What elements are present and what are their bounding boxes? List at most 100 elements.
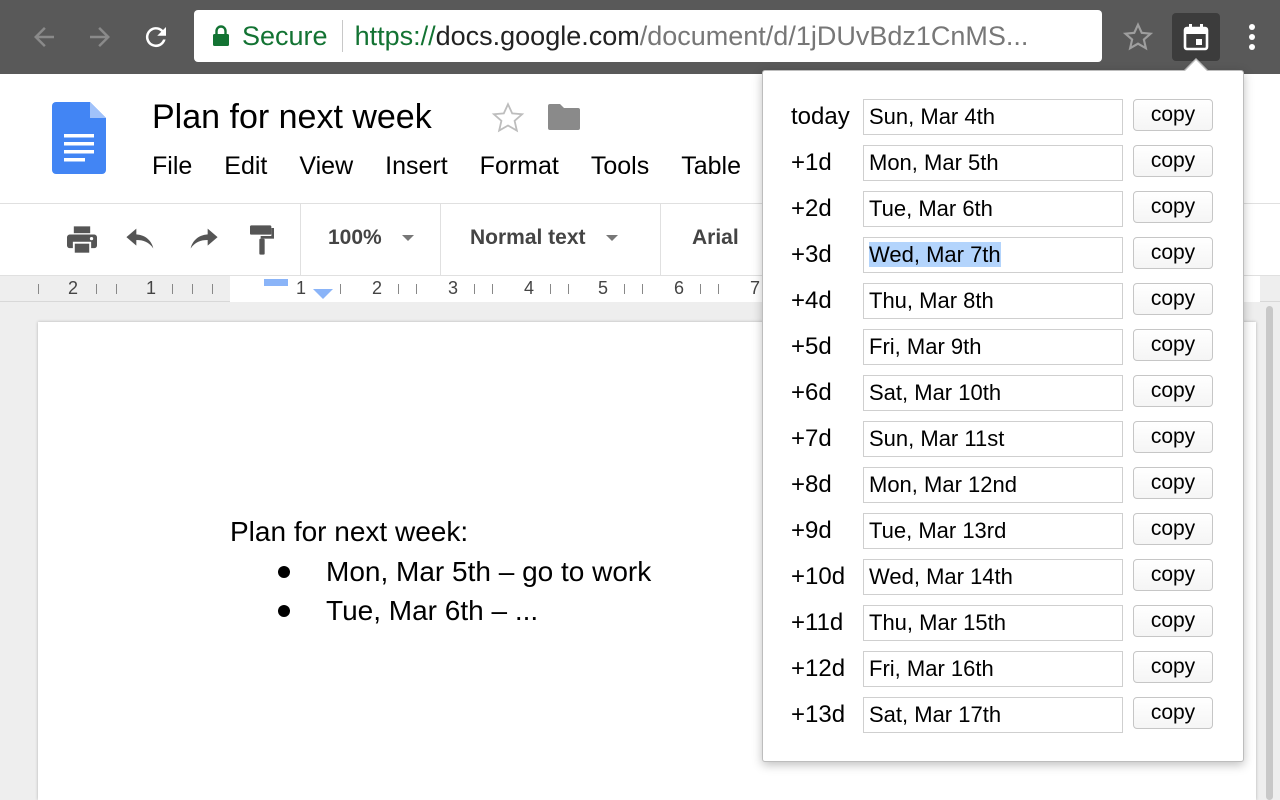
forward-button[interactable] [80, 17, 120, 57]
bookmark-star-button[interactable] [1118, 17, 1158, 57]
google-docs-logo-icon[interactable] [52, 102, 106, 179]
font-dropdown[interactable]: Arial [692, 226, 739, 250]
copy-button[interactable]: copy [1133, 145, 1213, 177]
selected-date-text: Wed, Mar 7th [869, 242, 1001, 267]
date-field[interactable]: Fri, Mar 16th [863, 651, 1123, 687]
date-field-text: Fri, Mar 9th [869, 334, 982, 359]
date-field[interactable]: Tue, Mar 6th [863, 191, 1123, 227]
date-popup: today Sun, Mar 4th copy +1d Mon, Mar 5th… [762, 70, 1244, 762]
date-field-text: Sat, Mar 10th [869, 380, 1002, 405]
menu-insert[interactable]: Insert [385, 152, 448, 181]
address-bar[interactable]: Secure https://docs.google.com/document/… [194, 10, 1102, 62]
print-icon[interactable] [64, 222, 100, 258]
undo-icon[interactable] [124, 222, 160, 258]
copy-button[interactable]: copy [1133, 697, 1213, 729]
forward-arrow-icon [90, 27, 110, 47]
date-field[interactable]: Sun, Mar 4th [863, 99, 1123, 135]
date-field-selected[interactable]: Wed, Mar 7th [863, 237, 1123, 273]
date-field[interactable]: Sat, Mar 17th [863, 697, 1123, 733]
ruler-tick [212, 284, 213, 294]
caret-down-icon [605, 235, 618, 241]
ruler-tick [340, 284, 341, 294]
copy-button[interactable]: copy [1133, 283, 1213, 315]
lock-icon [212, 25, 230, 47]
date-offset-label: +11d [791, 609, 844, 636]
date-field[interactable]: Wed, Mar 14th [863, 559, 1123, 595]
date-field[interactable]: Mon, Mar 5th [863, 145, 1123, 181]
ruler-tick [700, 284, 701, 294]
date-field-text: Wed, Mar 14th [869, 564, 1013, 589]
copy-button[interactable]: copy [1133, 191, 1213, 223]
date-offset-label: +13d [791, 701, 846, 728]
copy-button[interactable]: copy [1133, 651, 1213, 683]
copy-button[interactable]: copy [1133, 559, 1213, 591]
date-field[interactable]: Sun, Mar 11st [863, 421, 1123, 457]
copy-button[interactable]: copy [1133, 329, 1213, 361]
ruler-number: 4 [524, 278, 535, 298]
date-field[interactable]: Tue, Mar 13rd [863, 513, 1123, 549]
url-path: /document/d/1jDUvBdz1CnMS... [639, 20, 1029, 51]
copy-button[interactable]: copy [1133, 605, 1213, 637]
date-row: +11d Thu, Mar 15th copy [763, 605, 1243, 641]
copy-button[interactable]: copy [1133, 237, 1213, 269]
ruler-number: 6 [674, 278, 685, 298]
date-field-text: Mon, Mar 12nd [869, 472, 1017, 497]
style-dropdown[interactable]: Normal text [470, 226, 618, 250]
ruler-tick [568, 284, 569, 294]
document-title[interactable]: Plan for next week [152, 98, 432, 137]
zoom-dropdown[interactable]: 100% [328, 226, 414, 250]
date-field[interactable]: Fri, Mar 9th [863, 329, 1123, 365]
style-value: Normal text [470, 226, 586, 249]
copy-button[interactable]: copy [1133, 421, 1213, 453]
ruler-number: 1 [146, 278, 157, 298]
popup-pointer-fill [1183, 60, 1209, 73]
ruler-tick [38, 284, 39, 294]
date-extension-button[interactable] [1172, 13, 1220, 61]
copy-button[interactable]: copy [1133, 99, 1213, 131]
calendar-icon [1183, 24, 1209, 51]
copy-button[interactable]: copy [1133, 513, 1213, 545]
date-field[interactable]: Mon, Mar 12nd [863, 467, 1123, 503]
date-field[interactable]: Thu, Mar 15th [863, 605, 1123, 641]
left-indent-marker[interactable] [313, 289, 333, 299]
date-field-text: Thu, Mar 8th [869, 288, 994, 313]
menu-tools[interactable]: Tools [591, 152, 649, 181]
menu-table[interactable]: Table [681, 152, 741, 181]
date-field[interactable]: Thu, Mar 8th [863, 283, 1123, 319]
date-row: +1d Mon, Mar 5th copy [763, 145, 1243, 181]
ruler-tick [492, 284, 493, 294]
ruler-number: 2 [372, 278, 383, 298]
redo-icon[interactable] [184, 222, 220, 258]
date-field-text: Tue, Mar 6th [869, 196, 993, 221]
date-row: today Sun, Mar 4th copy [763, 99, 1243, 135]
menu-format[interactable]: Format [480, 152, 559, 181]
ruler-tick [116, 284, 117, 294]
omnibox-divider [341, 20, 343, 52]
date-field-text: Fri, Mar 16th [869, 656, 994, 681]
font-value: Arial [692, 226, 739, 249]
list-item: Mon, Mar 5th – go to work [278, 556, 651, 588]
date-field[interactable]: Sat, Mar 10th [863, 375, 1123, 411]
copy-button[interactable]: copy [1133, 375, 1213, 407]
browser-menu-button[interactable] [1236, 17, 1268, 57]
reload-button[interactable] [136, 17, 176, 57]
menu-view[interactable]: View [299, 152, 353, 181]
toolbar-divider [300, 204, 301, 276]
scrollbar-thumb[interactable] [1266, 306, 1273, 800]
copy-button[interactable]: copy [1133, 467, 1213, 499]
date-offset-label: +2d [791, 195, 832, 222]
back-button[interactable] [24, 17, 64, 57]
document-scrollbar[interactable] [1262, 306, 1276, 800]
star-document-icon[interactable] [490, 100, 526, 141]
menu-file[interactable]: File [152, 152, 192, 181]
ruler-tick [550, 284, 551, 294]
paint-format-icon[interactable] [244, 222, 280, 258]
move-to-folder-icon[interactable] [546, 102, 582, 137]
date-offset-label: +5d [791, 333, 832, 360]
list-item-text: Mon, Mar 5th – go to work [326, 556, 652, 587]
menu-edit[interactable]: Edit [224, 152, 267, 181]
first-line-indent-marker[interactable] [264, 279, 288, 286]
list-item: Tue, Mar 6th – ... [278, 595, 538, 627]
kebab-menu-icon [1249, 24, 1255, 50]
back-arrow-icon [34, 27, 54, 47]
